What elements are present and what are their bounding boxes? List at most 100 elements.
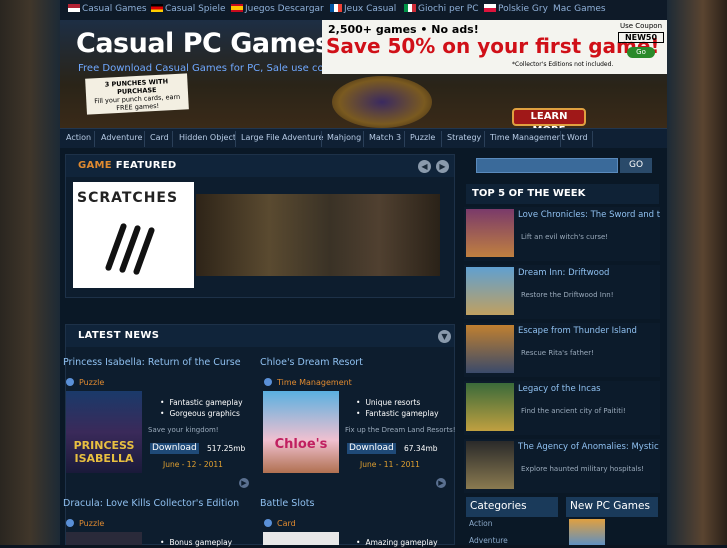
search-go-button[interactable]: GO — [620, 158, 652, 173]
top5-thumbnail[interactable] — [466, 267, 514, 315]
featured-image-text: SCRATCHES — [77, 190, 179, 206]
top5-title: TOP 5 OF THE WEEK — [472, 188, 586, 199]
latest-news-header: LATEST NEWS ▼ — [66, 325, 454, 347]
nav-item-large-file-adventure[interactable]: Large File Adventure — [241, 133, 323, 142]
news-item-category[interactable]: Puzzle — [66, 378, 104, 387]
thumbnail-title-text: Chloe's — [274, 437, 328, 452]
news-item-title[interactable]: Dracula: Love Kills Collector's Edition — [63, 498, 239, 509]
nav-item-hidden-object[interactable]: Hidden Object — [179, 133, 236, 142]
lang-link-juegos-descargar[interactable]: Juegos Descargar — [231, 4, 324, 14]
top5-item-desc: Explore haunted military hospitals! — [521, 465, 644, 473]
de-flag-icon — [151, 4, 163, 12]
download-button[interactable]: Download — [347, 443, 396, 454]
nav-item-strategy[interactable]: Strategy — [447, 133, 481, 142]
lang-link-casual-spiele[interactable]: Casual Spiele — [151, 4, 226, 14]
top5-thumbnail[interactable] — [466, 441, 514, 489]
more-arrow-icon[interactable]: ▶ — [436, 478, 446, 488]
featured-game-panel: GAME FEATURED ◀ ▶ SCRATCHES — [65, 154, 455, 298]
top5-item[interactable]: Legacy of the Incas Find the ancient cit… — [464, 381, 660, 435]
featured-screenshot[interactable] — [196, 194, 440, 276]
punch-card-promo[interactable]: 3 PUNCHES WITH PURCHASE Fill your punch … — [85, 73, 189, 115]
info-icon — [264, 378, 272, 386]
new-games-header: New PC Games — [566, 497, 658, 517]
nav-item-card[interactable]: Card — [150, 133, 169, 142]
news-item-features: Fantastic gameplay Gorgeous graphics — [160, 397, 242, 419]
news-item-thumbnail[interactable] — [263, 532, 339, 545]
top5-item-title[interactable]: Dream Inn: Driftwood — [518, 267, 660, 281]
nav-item-time-management[interactable]: Time Management — [490, 133, 565, 142]
top5-item-title[interactable]: Love Chronicles: The Sword and the Rose … — [518, 209, 660, 223]
download-size: 517.25mb — [207, 444, 246, 453]
top5-item-title[interactable]: Legacy of the Incas — [518, 383, 660, 397]
news-item-title[interactable]: Princess Isabella: Return of the Curse — [63, 357, 241, 368]
top5-item[interactable]: Dream Inn: Driftwood Restore the Driftwo… — [464, 265, 660, 319]
nav-item-action[interactable]: Action — [66, 133, 91, 142]
lang-link-giochi-per-pc[interactable]: Giochi per PC — [404, 4, 479, 14]
top5-item[interactable]: Love Chronicles: The Sword and the Rose … — [464, 207, 660, 261]
category-link-action[interactable]: Action — [469, 519, 493, 528]
more-arrow-icon[interactable]: ▶ — [239, 478, 249, 488]
info-icon — [66, 378, 74, 386]
nav-divider — [560, 131, 561, 147]
top5-header: TOP 5 OF THE WEEK — [466, 184, 659, 204]
news-item-thumbnail[interactable]: PRINCESS ISABELLA — [66, 391, 142, 473]
right-decoration-art — [667, 0, 727, 545]
lang-link-mac-games[interactable]: Mac Games — [553, 4, 606, 14]
news-item-description: Save your kingdom! — [148, 426, 219, 434]
categories-header: Categories — [466, 497, 558, 517]
lang-link-jeux-casual[interactable]: Jeux Casual — [330, 4, 396, 14]
nav-divider — [235, 131, 236, 147]
nav-divider — [592, 131, 593, 147]
news-item-category[interactable]: Card — [264, 519, 296, 528]
top5-item[interactable]: Escape from Thunder Island Rescue Rita's… — [464, 323, 660, 377]
top5-thumbnail[interactable] — [466, 383, 514, 431]
nav-item-match-3[interactable]: Match 3 — [369, 133, 401, 142]
featured-prev-button[interactable]: ◀ — [418, 160, 431, 173]
mirror-art — [332, 76, 432, 128]
nav-item-adventure[interactable]: Adventure — [101, 133, 142, 142]
top5-item[interactable]: The Agency of Anomalies: Mystic Hospital… — [464, 439, 660, 493]
learn-more-button[interactable]: LEARN MORE — [512, 108, 586, 136]
featured-next-button[interactable]: ▶ — [436, 160, 449, 173]
news-item-features: Bonus gameplay — [160, 537, 232, 548]
promo-banner[interactable]: 2,500+ games • No ads! Save 50% on your … — [322, 20, 667, 74]
nav-item-mahjong[interactable]: Mahjong — [327, 133, 361, 142]
news-item-thumbnail[interactable] — [66, 532, 142, 545]
top5-item-title[interactable]: The Agency of Anomalies: Mystic Hospital — [518, 441, 660, 455]
pl-flag-icon — [484, 4, 496, 12]
category-link-adventure[interactable]: Adventure — [469, 536, 508, 545]
site-title[interactable]: Casual PC Games — [76, 28, 331, 59]
download-button[interactable]: Download — [150, 443, 199, 454]
es-flag-icon — [231, 4, 243, 12]
top5-item-desc: Restore the Driftwood Inn! — [521, 291, 614, 299]
featured-game-image[interactable]: SCRATCHES — [73, 182, 194, 288]
it-flag-icon — [404, 4, 416, 12]
top5-thumbnail[interactable] — [466, 209, 514, 257]
featured-title: GAME FEATURED — [78, 160, 177, 171]
collapse-chevron-icon[interactable]: ▼ — [438, 330, 451, 343]
news-item-category[interactable]: Puzzle — [66, 519, 104, 528]
coupon-go-button[interactable]: Go — [627, 47, 655, 58]
nav-divider — [404, 131, 405, 147]
nav-item-word[interactable]: Word — [567, 133, 588, 142]
top5-item-title[interactable]: Escape from Thunder Island — [518, 325, 660, 339]
promo-save-text: Save 50% on your first game! — [326, 34, 660, 58]
nav-item-puzzle[interactable]: Puzzle — [410, 133, 435, 142]
site-header: Casual PC Games Free Download Casual Gam… — [60, 20, 667, 136]
nav-divider — [321, 131, 322, 147]
top5-item-desc: Lift an evil witch's curse! — [521, 233, 609, 241]
news-item-category[interactable]: Time Management — [264, 378, 352, 387]
coupon-code: NEW50 — [618, 32, 664, 43]
search-input[interactable] — [476, 158, 618, 173]
lang-link-polskie-gry[interactable]: Polskie Gry — [484, 4, 548, 14]
news-item-thumbnail[interactable]: Chloe's — [263, 391, 339, 473]
download-size: 67.34mb — [404, 444, 438, 453]
news-item-description: Fix up the Dream Land Resorts! — [345, 426, 456, 434]
info-icon — [66, 519, 74, 527]
coupon-label: Use Coupon — [619, 22, 663, 30]
new-game-thumbnail[interactable] — [569, 519, 605, 545]
news-item-title[interactable]: Chloe's Dream Resort — [260, 357, 363, 368]
lang-link-casual-games[interactable]: Casual Games — [68, 4, 147, 14]
top5-thumbnail[interactable] — [466, 325, 514, 373]
news-item-title[interactable]: Battle Slots — [260, 498, 314, 509]
